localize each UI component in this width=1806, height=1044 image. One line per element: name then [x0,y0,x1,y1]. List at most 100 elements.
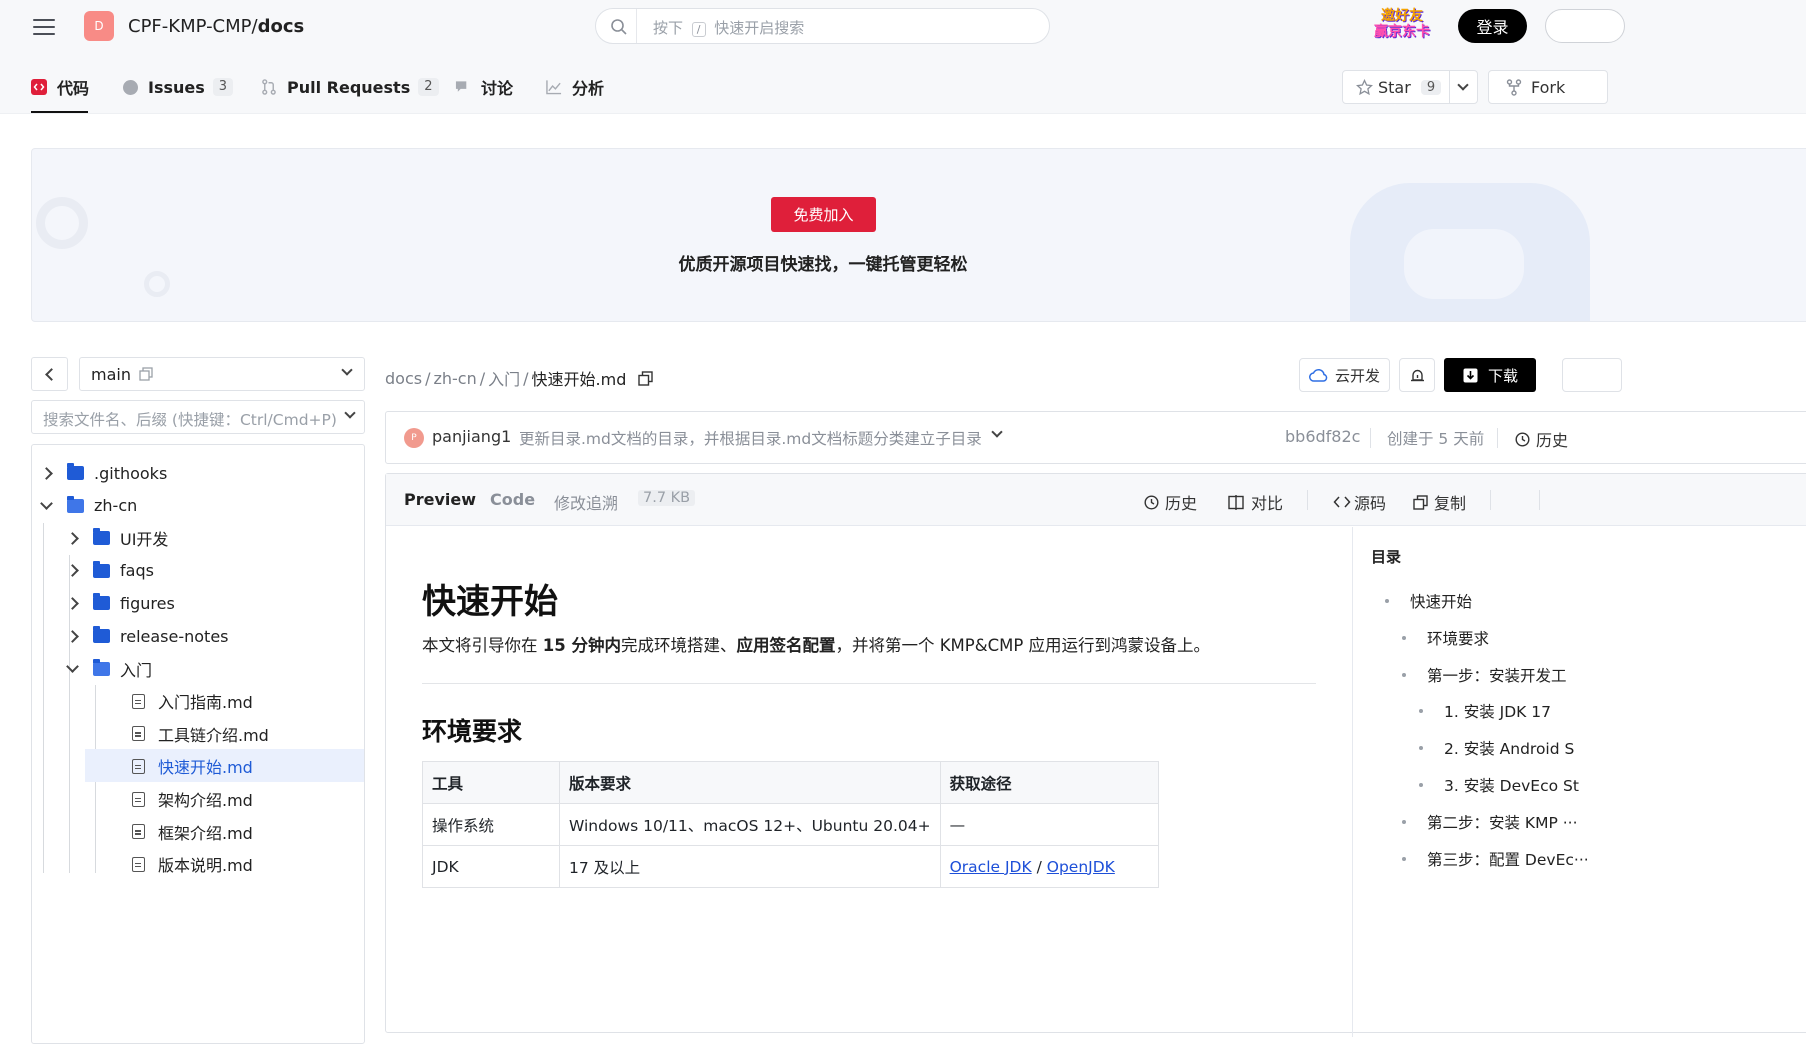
toc-item[interactable]: 环境要求 [1427,627,1489,649]
download-button[interactable]: 下载 [1444,358,1536,392]
commit-history-button[interactable]: 历史 [1515,427,1568,451]
tree-item-label: faqs [120,561,154,581]
tab-discussions[interactable]: 讨论 [455,76,513,98]
tab-analytics[interactable]: 分析 [546,76,604,98]
compare-button[interactable]: 对比 [1228,490,1283,514]
oracle-jdk-link[interactable]: Oracle JDK [950,858,1032,876]
file-icon [132,693,145,709]
tree-file[interactable]: 框架介绍.md [92,816,253,848]
tree-folder[interactable]: figures [66,587,175,619]
breadcrumb-intro[interactable]: 入门 [488,366,520,390]
openjdk-link[interactable]: OpenJDK [1047,858,1115,876]
commit-message[interactable]: 更新目录.md文档的目录，并根据目录.md文档标题分类建立子目录 [519,427,982,449]
discussion-icon [455,81,467,92]
repo-name[interactable]: docs [258,16,305,37]
repo-avatar[interactable]: D [84,11,114,41]
login-button[interactable]: 登录 [1458,9,1527,43]
table-cell: Windows 10/11、macOS 12+、Ubuntu 20.04+ [559,803,941,846]
toc-bullet [1419,783,1423,787]
join-free-button[interactable]: 免费加入 [771,197,876,232]
tree-folder[interactable]: 入门 [66,653,152,685]
source-button[interactable]: 源码 [1333,490,1386,514]
chevron-right-icon[interactable] [40,466,53,480]
star-button[interactable]: Star 9 [1342,70,1478,104]
toc-item[interactable]: 第二步：安装 KMP ··· [1427,811,1578,833]
tree-file[interactable]: 版本说明.md [92,848,253,880]
commit-hash[interactable]: bb6df82c [1285,427,1360,446]
commit-author[interactable]: panjiang1 [432,427,511,446]
tree-folder[interactable]: .githooks [40,457,167,489]
search-icon [611,19,627,35]
tree-file[interactable]: 入门指南.md [92,685,253,717]
register-button[interactable] [1545,9,1625,43]
chevron-down-icon[interactable] [66,660,79,673]
clock-icon [1515,431,1530,447]
toc-item[interactable]: 1. 安装 JDK 17 [1444,700,1551,722]
alarm-button[interactable] [1399,358,1435,392]
tab-issues[interactable]: Issues 3 [123,76,234,98]
clock-icon [1144,494,1159,510]
tab-pull-requests[interactable]: Pull Requests 2 [261,76,439,98]
toc-item[interactable]: 2. 安装 Android S [1444,737,1574,759]
menu-icon[interactable] [33,14,55,40]
chevron-down-icon[interactable] [40,497,53,510]
file-search-chevron-icon [344,407,356,419]
breadcrumb-docs[interactable]: docs [385,369,422,388]
more-actions-button[interactable] [1562,358,1622,392]
issues-count: 3 [212,78,234,96]
file-icon [132,726,145,742]
tab-preview[interactable]: Preview [404,490,476,509]
tree-file[interactable]: 架构介绍.md [92,783,253,815]
chevron-right-icon[interactable] [66,629,79,643]
cloud-dev-button[interactable]: 云开发 [1299,358,1390,392]
pull-requests-count: 2 [418,78,439,96]
tree-folder[interactable]: zh-cn [40,490,137,522]
tree-file[interactable]: 工具链介绍.md [92,718,269,750]
tab-active-underline [31,111,88,113]
copy-path-icon[interactable] [638,370,654,386]
star-count: 9 [1420,79,1442,95]
markdown-body: 快速开始 本文将引导你在 15 分钟内完成环境搭建、应用签名配置，并将第一个 K… [386,527,1353,1037]
chevron-right-icon[interactable] [66,564,79,578]
table-cell: Oracle JDK / OpenJDK [939,845,1159,888]
chevron-right-icon[interactable] [66,597,79,610]
tree-folder[interactable]: UI开发 [66,522,168,554]
file-search-placeholder: 搜索文件名、后缀 (快捷键：Ctrl/Cmd+P) [43,411,337,429]
toc-item[interactable]: 3. 安装 DevEco St [1444,774,1579,796]
promo-logo[interactable]: 邀好友 赢京东卡 [1368,8,1436,44]
tree-file[interactable]: 快速开始.md [92,750,253,782]
toc-item[interactable]: 第一步：安装开发工 [1427,664,1567,686]
star-dropdown-chevron-icon[interactable] [1457,79,1469,91]
fork-button[interactable]: Fork [1488,70,1608,104]
fork-icon [1506,78,1522,96]
file-viewer: Preview Code 修改追溯 7.7 KB 历史 对比 源码 复制 快速开… [385,473,1806,1037]
file-icon [132,824,145,840]
breadcrumb: docs / zh-cn / 入门 / 快速开始.md [385,366,654,390]
copy-button[interactable]: 复制 [1413,490,1466,514]
copy-branch-icon[interactable] [139,367,153,381]
issue-icon [123,79,138,95]
tree-folder[interactable]: release-notes [66,620,229,652]
breadcrumb-zh-cn[interactable]: zh-cn [433,369,476,388]
author-avatar[interactable]: P [404,428,424,448]
code-brackets-icon [1333,496,1351,508]
file-icon [132,791,145,807]
table-cell: 17 及以上 [559,845,941,888]
tab-code-view[interactable]: Code [490,490,535,509]
tab-code[interactable]: 代码 [31,76,89,98]
tab-blame[interactable]: 修改追溯 [554,490,618,514]
toc-item[interactable]: 第三步：配置 DevEc··· [1427,848,1589,870]
file-search-input[interactable]: 搜索文件名、后缀 (快捷键：Ctrl/Cmd+P) [31,400,365,434]
global-search-input[interactable]: 按下 / 快速开启搜索 [595,8,1050,44]
repo-owner[interactable]: CPF-KMP-CMP/ [128,16,258,37]
branch-dropdown-chevron-icon [341,364,353,376]
branch-select[interactable]: main [79,357,365,391]
tree-folder[interactable]: faqs [66,555,154,587]
toc-item[interactable]: 快速开始 [1410,590,1472,612]
table-header: 获取途径 [939,761,1159,804]
chevron-right-icon[interactable] [66,531,79,545]
collapse-sidebar-button[interactable] [31,357,68,391]
repo-title[interactable]: CPF-KMP-CMP/docs [128,16,304,37]
history-button[interactable]: 历史 [1144,490,1197,514]
expand-commit-chevron-icon[interactable] [991,426,1003,438]
